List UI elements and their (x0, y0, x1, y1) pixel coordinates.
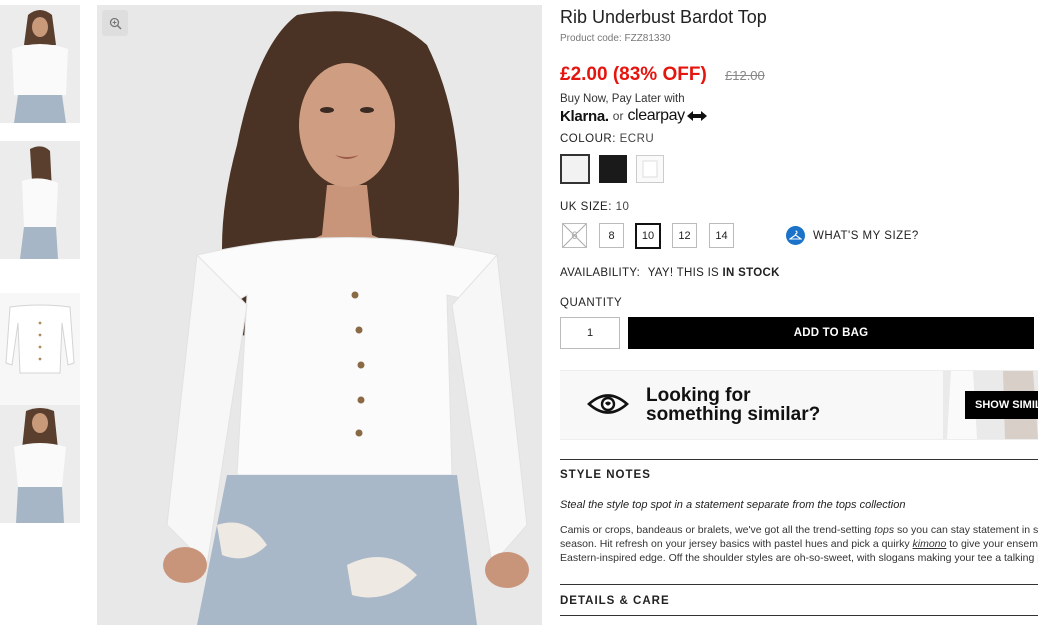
similar-line-1: Looking for (646, 385, 751, 406)
size-value: 10 (615, 201, 630, 213)
size-label: UK SIZE: 10 (560, 201, 629, 213)
swatch-white[interactable] (636, 155, 664, 183)
availability-status: IN STOCK (722, 267, 780, 279)
style-line2-a: season. Hit refresh on your jersey basic… (560, 538, 913, 550)
colour-label: COLOUR: ECRU (560, 133, 654, 145)
thumbnail-3[interactable] (0, 293, 80, 411)
divider (560, 459, 1038, 460)
style-notes-line-1: Camis or crops, bandeaus or bralets, we'… (560, 523, 1038, 537)
size-option-14-label: 14 (715, 229, 728, 242)
quantity-input[interactable]: 1 (560, 317, 620, 349)
colour-value: ECRU (619, 133, 655, 145)
quantity-label: QUANTITY (560, 297, 623, 309)
size-option-14[interactable]: 14 (709, 223, 734, 248)
swatch-ecru[interactable] (560, 154, 590, 184)
style-line1-a: Camis or crops, bandeaus or bralets, we'… (560, 524, 875, 536)
or-text: or (612, 109, 624, 123)
eye-icon (587, 394, 629, 414)
clearpay-logo[interactable]: clearpay (627, 107, 707, 125)
hanger-icon (786, 226, 805, 245)
style-notes-line-3: Eastern-inspired edge. Off the shoulder … (560, 552, 1038, 564)
style-notes-subtitle: Steal the style top spot in a statement … (560, 499, 906, 511)
main-product-image[interactable] (97, 5, 542, 625)
style-notes-line-2: season. Hit refresh on your jersey basic… (560, 537, 1038, 551)
style-line2-b: to give your ensemble that (949, 538, 1038, 550)
divider (560, 615, 1038, 616)
product-code: Product code: FZZ81330 (560, 33, 671, 44)
product-title: Rib Underbust Bardot Top (560, 7, 767, 27)
show-similar-button[interactable]: SHOW SIMILAR (965, 391, 1038, 419)
divider (560, 584, 1038, 585)
size-option-12-label: 12 (678, 229, 691, 242)
clearpay-arrows-icon (686, 111, 707, 121)
size-option-8[interactable]: 8 (599, 223, 624, 248)
size-option-10-label: 10 (641, 230, 655, 242)
size-option-10[interactable]: 10 (635, 223, 661, 249)
zoom-icon[interactable] (102, 10, 128, 36)
availability: AVAILABILITY: YAY! THIS IS IN STOCK (560, 267, 780, 279)
whats-my-size-link[interactable]: WHAT'S MY SIZE? (786, 226, 919, 245)
style-notes-body: Camis or crops, bandeaus or bralets, we'… (560, 523, 1038, 565)
bnpl-text: Buy Now, Pay Later with (560, 93, 685, 105)
thumbnail-2[interactable] (0, 141, 80, 259)
style-line1-b: so you can stay statement in separates t… (897, 524, 1038, 536)
swatch-black[interactable] (599, 155, 627, 183)
colour-label-text: COLOUR: (560, 133, 616, 145)
similar-text: Looking for something similar? (646, 386, 820, 424)
thumbnail-1[interactable] (0, 5, 80, 123)
original-price: £12.00 (725, 68, 765, 83)
product-details: Rib Underbust Bardot Top Product code: F… (560, 0, 1038, 625)
clearpay-wordmark: clearpay (627, 107, 685, 124)
size-option-8-label: 8 (608, 229, 615, 242)
klarna-logo[interactable]: Klarna. (560, 108, 609, 125)
tops-link[interactable]: tops (874, 524, 894, 536)
size-option-12[interactable]: 12 (672, 223, 697, 248)
thumbnail-4[interactable] (0, 405, 80, 523)
payment-providers: Klarna. or clearpay (560, 107, 708, 125)
similar-line-2: something similar? (646, 404, 821, 425)
availability-text: YAY! THIS IS (647, 267, 720, 279)
kimono-link[interactable]: kimono (913, 538, 947, 550)
style-notes-heading[interactable]: STYLE NOTES (560, 469, 651, 481)
sale-price: £2.00 (83% OFF) (560, 64, 707, 85)
size-option-6[interactable]: 6 (562, 223, 587, 248)
add-to-bag-button[interactable]: ADD TO BAG (628, 317, 1034, 349)
size-label-text: UK SIZE: (560, 201, 612, 213)
similar-banner[interactable]: Looking for something similar? SHOW SIMI… (560, 370, 1038, 440)
whats-my-size-label: WHAT'S MY SIZE? (813, 229, 919, 242)
details-care-heading[interactable]: DETAILS & CARE (560, 595, 670, 607)
availability-label: AVAILABILITY: (560, 267, 641, 279)
